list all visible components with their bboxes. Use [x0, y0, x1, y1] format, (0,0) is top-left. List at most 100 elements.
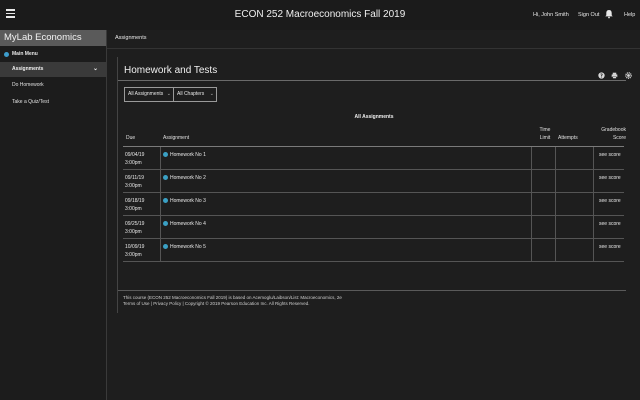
- homework-name: Homework No 5: [170, 244, 206, 250]
- homework-link[interactable]: Homework No 1: [163, 152, 206, 158]
- due-date: 09/04/19 3:00pm: [125, 151, 144, 167]
- privacy-policy-link[interactable]: Privacy Policy: [153, 301, 181, 306]
- column-header-time-limit: Time Limit: [533, 126, 557, 142]
- page-tools: ?: [596, 66, 632, 79]
- assignments-filter-select[interactable]: All Assignments ⌄: [124, 87, 174, 102]
- see-score-link[interactable]: see score: [599, 152, 621, 158]
- copyright-text: Copyright © 2019 Pearson Education Inc. …: [184, 301, 310, 306]
- column-divider: [160, 147, 161, 170]
- column-divider: [555, 170, 556, 193]
- column-divider: [555, 216, 556, 239]
- see-score-link[interactable]: see score: [599, 198, 621, 204]
- main-menu-link[interactable]: Main Menu: [0, 46, 106, 62]
- status-dot-icon: [163, 221, 168, 226]
- column-divider: [531, 170, 532, 193]
- homework-link[interactable]: Homework No 5: [163, 244, 206, 250]
- sign-out-link[interactable]: Sign Out: [578, 12, 599, 18]
- column-divider: [160, 239, 161, 262]
- homework-link[interactable]: Homework No 4: [163, 221, 206, 227]
- brand-title: MyLab Economics: [0, 30, 106, 46]
- hamburger-icon[interactable]: [6, 9, 15, 18]
- homework-link[interactable]: Homework No 3: [163, 198, 206, 204]
- due-date-time: 3:00pm: [125, 160, 142, 166]
- due-date-day: 09/18/19: [125, 198, 145, 204]
- homework-name: Homework No 1: [170, 152, 206, 158]
- bell-icon[interactable]: [604, 9, 614, 19]
- panel-border: [117, 57, 118, 313]
- sidebar-item-assignments[interactable]: Assignments ⌄: [0, 62, 106, 77]
- sidebar-item-take-quiz[interactable]: Take a Quiz/Test: [0, 94, 106, 111]
- table-row: 09/11/19 3:00pm Homework No 2 see score: [123, 170, 624, 193]
- chevron-down-icon: ⌄: [166, 91, 171, 97]
- terms-of-use-link[interactable]: Terms of Use: [123, 301, 150, 306]
- status-dot-icon: [163, 244, 168, 249]
- table-caption: All Assignments: [354, 114, 394, 120]
- due-date: 09/25/19 3:00pm: [125, 220, 144, 236]
- footer: This course (ECON 252 Macroeconomics Fal…: [123, 295, 342, 307]
- column-divider: [593, 193, 594, 216]
- homework-name: Homework No 2: [170, 175, 206, 181]
- divider: [107, 48, 640, 49]
- user-greeting: Hi, John Smith: [533, 12, 569, 18]
- status-dot-icon: [163, 152, 168, 157]
- column-divider: [593, 147, 594, 170]
- homework-name: Homework No 4: [170, 221, 206, 227]
- column-header-due: Due: [126, 135, 136, 141]
- column-header-attempts: Attempts: [558, 135, 578, 141]
- column-divider: [555, 147, 556, 170]
- column-divider: [531, 147, 532, 170]
- column-divider: [531, 216, 532, 239]
- homework-name: Homework No 3: [170, 198, 206, 204]
- column-divider: [555, 193, 556, 216]
- due-date-time: 3:00pm: [125, 206, 142, 212]
- column-divider: [160, 170, 161, 193]
- table-row: 09/18/19 3:00pm Homework No 3 see score: [123, 193, 624, 216]
- table-row: 10/09/19 3:00pm Homework No 5 see score: [123, 239, 624, 262]
- see-score-link[interactable]: see score: [599, 175, 621, 181]
- column-header-time-limit-line1: Time: [539, 127, 551, 133]
- column-header-score: Gradebook Score: [592, 126, 626, 142]
- due-date-day: 10/09/19: [125, 244, 145, 250]
- chapters-filter-select[interactable]: All Chapters ⌄: [173, 87, 217, 102]
- page-title: Homework and Tests: [124, 65, 218, 76]
- due-date-day: 09/25/19: [125, 221, 145, 227]
- chevron-down-icon: ⌄: [92, 66, 98, 72]
- column-divider: [555, 239, 556, 262]
- homework-link[interactable]: Homework No 2: [163, 175, 206, 181]
- column-header-assignment: Assignment: [163, 135, 190, 141]
- breadcrumb: Assignments: [115, 35, 147, 41]
- column-header-score-line2: Score: [612, 135, 626, 141]
- table-row: 09/25/19 3:00pm Homework No 4 see score: [123, 216, 624, 239]
- table-row: 09/04/19 3:00pm Homework No 1 see score: [123, 147, 624, 170]
- see-score-link[interactable]: see score: [599, 244, 621, 250]
- column-divider: [160, 193, 161, 216]
- sidebar-item-label: Assignments: [12, 66, 44, 72]
- column-divider: [531, 193, 532, 216]
- due-date-time: 3:00pm: [125, 229, 142, 235]
- column-divider: [593, 170, 594, 193]
- column-header-score-line1: Gradebook: [601, 127, 626, 133]
- sidebar: MyLab Economics Main Menu Assignments ⌄ …: [0, 30, 107, 400]
- column-header-time-limit-line2: Limit: [539, 135, 551, 141]
- status-dot-icon: [163, 175, 168, 180]
- gear-icon[interactable]: [625, 72, 632, 79]
- due-date: 09/18/19 3:00pm: [125, 197, 144, 213]
- assignments-filter-value: All Assignments: [128, 91, 164, 97]
- printer-icon[interactable]: [611, 72, 618, 79]
- help-link[interactable]: Help: [624, 12, 635, 18]
- footer-links: Terms of Use | Privacy Policy | Copyrigh…: [123, 301, 310, 306]
- column-divider: [531, 239, 532, 262]
- due-date-day: 09/04/19: [125, 152, 145, 158]
- question-icon[interactable]: ?: [598, 72, 605, 79]
- chevron-down-icon: ⌄: [209, 91, 214, 97]
- column-divider: [593, 239, 594, 262]
- sidebar-item-do-homework[interactable]: Do Homework: [0, 77, 106, 94]
- title-divider: [118, 80, 626, 81]
- chapters-filter-value: All Chapters: [177, 91, 205, 97]
- see-score-link[interactable]: see score: [599, 221, 621, 227]
- main-menu-icon: [4, 52, 9, 57]
- due-date-time: 3:00pm: [125, 183, 142, 189]
- main-menu-label: Main Menu: [12, 51, 38, 57]
- column-divider: [593, 216, 594, 239]
- top-bar: ECON 252 Macroeconomics Fall 2019 Hi, Jo…: [0, 0, 640, 30]
